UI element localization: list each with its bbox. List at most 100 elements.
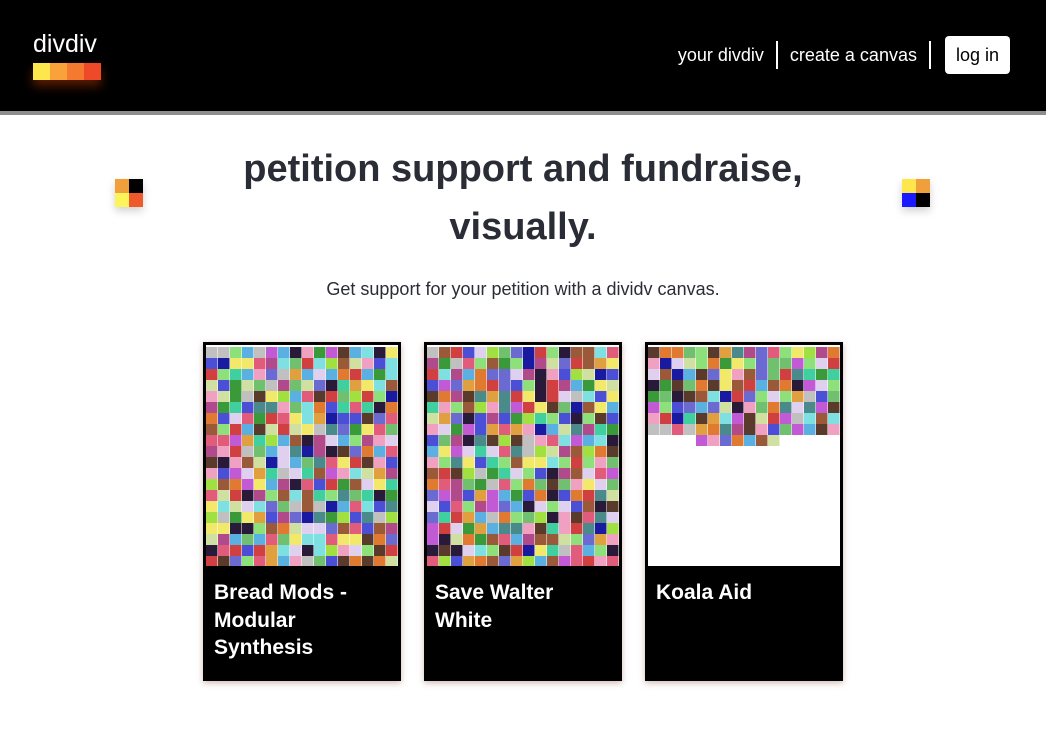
logo[interactable]: divdiv: [33, 30, 101, 80]
canvas-pixel: [254, 402, 266, 413]
canvas-pixel: [571, 501, 583, 512]
canvas-pixel: [326, 358, 338, 369]
nav-divider: [928, 41, 931, 69]
canvas-pixel: [583, 380, 595, 391]
canvas-pixel: [266, 391, 278, 402]
canvas-pixel: [386, 468, 398, 479]
canvas-pixel: [362, 468, 374, 479]
nav-create-canvas[interactable]: create a canvas: [790, 36, 917, 74]
canvas-pixel: [511, 358, 523, 369]
canvas-pixel: [708, 369, 720, 380]
canvas-pixel: [547, 468, 559, 479]
canvas-pixel: [511, 512, 523, 523]
canvas-pixel: [290, 501, 302, 512]
hero-subtitle: Get support for your petition with a div…: [326, 279, 720, 299]
canvas-pixel: [439, 457, 451, 468]
canvas-pixel: [463, 512, 475, 523]
canvas-pixel: [427, 446, 439, 457]
canvas-pixel: [583, 435, 595, 446]
canvas-pixel: [374, 369, 386, 380]
canvas-pixel: [302, 358, 314, 369]
canvas-pixel: [427, 369, 439, 380]
canvas-pixel: [374, 358, 386, 369]
canvas-pixel: [338, 391, 350, 402]
canvas-pixel: [254, 358, 266, 369]
canvas-pixel: [206, 457, 218, 468]
canvas-pixel: [523, 512, 535, 523]
canvas-pixel: [302, 413, 314, 424]
canvas-pixel: [254, 347, 266, 358]
canvas-card[interactable]: Koala Aid: [645, 342, 843, 681]
canvas-pixel: [374, 380, 386, 391]
canvas-pixel: [535, 534, 547, 545]
canvas-pixel: [475, 435, 487, 446]
canvas-pixel: [499, 347, 511, 358]
canvas-pixel: [583, 556, 595, 566]
canvas-pixel: [672, 424, 684, 435]
canvas-pixel: [780, 424, 792, 435]
canvas-pixel: [350, 402, 362, 413]
canvas-pixel: [583, 457, 595, 468]
canvas-pixel: [302, 512, 314, 523]
canvas-pixel: [338, 380, 350, 391]
canvas-pixel: [350, 479, 362, 490]
canvas-pixel: [708, 435, 720, 446]
canvas-pixel: [720, 402, 732, 413]
canvas-pixel: [206, 402, 218, 413]
canvas-pixel: [362, 545, 374, 556]
canvas-card[interactable]: Bread Mods - Modular Synthesis: [203, 342, 401, 681]
canvas-pixel: [290, 402, 302, 413]
login-button[interactable]: log in: [944, 36, 1010, 74]
canvas-pixel: [547, 380, 559, 391]
canvas-pixel: [362, 534, 374, 545]
canvas-pixel: [816, 402, 828, 413]
canvas-pixel: [326, 468, 338, 479]
canvas-pixel: [732, 347, 744, 358]
canvas-pixel: [242, 512, 254, 523]
canvas-pixel: [607, 413, 619, 424]
canvas-pixel: [451, 545, 463, 556]
canvas-pixel: [439, 523, 451, 534]
canvas-pixel: [290, 545, 302, 556]
canvas-pixel: [595, 534, 607, 545]
canvas-pixel: [302, 545, 314, 556]
canvas-pixel: [672, 391, 684, 402]
canvas-pixel: [696, 391, 708, 402]
canvas-pixel: [660, 413, 672, 424]
canvas-pixel: [314, 556, 326, 566]
canvas-pixel: [780, 369, 792, 380]
canvas-pixel: [696, 435, 708, 446]
canvas-pixel: [511, 446, 523, 457]
logo-text[interactable]: divdiv: [33, 30, 101, 58]
canvas-pixel: [266, 523, 278, 534]
canvas-pixel: [374, 347, 386, 358]
canvas-pixel: [571, 402, 583, 413]
canvas-card[interactable]: Save Walter White: [424, 342, 622, 681]
canvas-pixel: [511, 402, 523, 413]
canvas-pixel: [583, 424, 595, 435]
canvas-pixel: [768, 435, 780, 446]
canvas-pixel: [362, 457, 374, 468]
canvas-pixel: [290, 457, 302, 468]
canvas-pixel: [607, 479, 619, 490]
canvas-pixel: [583, 479, 595, 490]
canvas-pixel: [206, 446, 218, 457]
canvas-pixel: [583, 446, 595, 457]
canvas-pixel: [266, 556, 278, 566]
canvas-pixel: [290, 556, 302, 566]
canvas-pixel: [648, 413, 660, 424]
canvas-pixel: [535, 380, 547, 391]
canvas-card-list: Bread Mods - Modular Synthesis Save Walt…: [203, 342, 843, 681]
canvas-pixel: [487, 424, 499, 435]
canvas-pixel: [768, 424, 780, 435]
nav-your-divdiv[interactable]: your divdiv: [678, 36, 764, 74]
canvas-pixel: [547, 369, 559, 380]
canvas-pixel: [523, 556, 535, 566]
canvas-pixel: [487, 446, 499, 457]
canvas-pixel: [278, 512, 290, 523]
canvas-pixel: [338, 501, 350, 512]
canvas-pixel: [386, 534, 398, 545]
canvas-pixel: [547, 402, 559, 413]
canvas-pixel: [314, 457, 326, 468]
canvas-pixel: [475, 479, 487, 490]
